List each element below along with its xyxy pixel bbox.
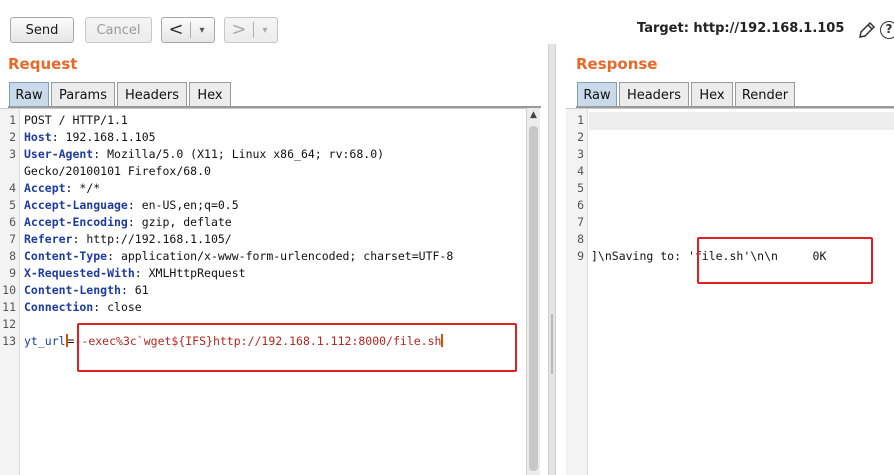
saving-highlight-box bbox=[697, 237, 873, 284]
header-value: : Mozilla/5.0 (X11; Linux x86_64; rv:68.… bbox=[93, 147, 385, 161]
request-line-text: POST / HTTP/1.1 bbox=[24, 113, 128, 127]
header-key: Connection bbox=[24, 300, 94, 314]
header-line: Accept: */* bbox=[24, 181, 100, 195]
body-param-name: yt_url bbox=[24, 334, 66, 348]
line-number: 1 bbox=[577, 113, 584, 127]
current-line-highlight bbox=[589, 112, 894, 130]
line-number: 8 bbox=[9, 249, 16, 263]
cancel-button[interactable]: Cancel bbox=[85, 17, 152, 43]
tab-response-render[interactable]: Render bbox=[735, 82, 795, 107]
line-number: 5 bbox=[577, 181, 584, 195]
line-number: 2 bbox=[9, 130, 16, 144]
header-line: Accept-Encoding: gzip, deflate bbox=[24, 215, 232, 229]
header-key: Content-Type bbox=[24, 249, 108, 263]
line-number: 6 bbox=[9, 215, 16, 229]
request-title: Request bbox=[8, 55, 78, 73]
header-value: : */* bbox=[65, 181, 101, 195]
header-line: Content-Length: 61 bbox=[24, 283, 149, 297]
header-value: : application/x-www-form-urlencoded; cha… bbox=[107, 249, 454, 263]
back-button[interactable]: < ▾ bbox=[161, 17, 215, 43]
request-line: POST / HTTP/1.1 bbox=[24, 113, 128, 127]
pencil-icon[interactable] bbox=[857, 20, 877, 40]
send-button[interactable]: Send bbox=[10, 17, 74, 43]
forward-button[interactable]: > ▾ bbox=[224, 17, 278, 43]
response-title: Response bbox=[576, 55, 658, 73]
header-key: User-Agent bbox=[24, 147, 94, 161]
line-number: 4 bbox=[577, 164, 584, 178]
tab-response-raw[interactable]: Raw bbox=[577, 82, 617, 107]
request-editor[interactable]: 1 2 3 4 5 6 7 8 9 10 11 12 13 POST / HTT… bbox=[0, 108, 540, 475]
response-editor[interactable]: 1 2 3 4 5 6 7 8 9 bbox=[566, 108, 894, 475]
header-value: : close bbox=[93, 300, 142, 314]
line-number: 4 bbox=[9, 181, 16, 195]
line-number: 10 bbox=[2, 283, 16, 297]
chevron-down-icon[interactable]: ▾ bbox=[254, 25, 276, 36]
header-key: X-Requested-With bbox=[24, 266, 135, 280]
header-value: : gzip, deflate bbox=[127, 215, 232, 229]
header-line: Referer: http://192.168.1.105/ bbox=[24, 232, 232, 246]
line-number: 11 bbox=[2, 300, 16, 314]
line-number: 7 bbox=[577, 215, 584, 229]
line-gutter: 1 2 3 4 5 6 7 8 9 bbox=[566, 109, 588, 475]
header-key: Content-Length bbox=[24, 283, 121, 297]
line-number: 5 bbox=[9, 198, 16, 212]
line-number: 12 bbox=[2, 317, 16, 331]
pane-splitter[interactable] bbox=[548, 44, 556, 475]
line-number: 3 bbox=[9, 147, 16, 161]
tab-request-hex[interactable]: Hex bbox=[189, 82, 231, 107]
scroll-thumb[interactable] bbox=[529, 126, 538, 471]
splitter-grip[interactable] bbox=[551, 314, 553, 374]
header-line: Host: 192.168.1.105 bbox=[24, 130, 156, 144]
header-line-wrap: Gecko/20100101 Firefox/68.0 bbox=[24, 164, 211, 178]
header-value: : http://192.168.1.105/ bbox=[72, 232, 232, 246]
chevron-down-icon[interactable]: ▾ bbox=[191, 25, 213, 36]
header-value: Gecko/20100101 Firefox/68.0 bbox=[24, 164, 211, 178]
line-number: 6 bbox=[577, 198, 584, 212]
help-icon[interactable]: ? bbox=[880, 21, 894, 39]
header-value: : XMLHttpRequest bbox=[134, 266, 246, 280]
line-number: 9 bbox=[577, 249, 584, 263]
header-key: Host bbox=[24, 130, 52, 144]
line-number: 3 bbox=[577, 147, 584, 161]
header-key: Accept-Language bbox=[24, 198, 128, 212]
line-number: 2 bbox=[577, 130, 584, 144]
scroll-up-icon[interactable]: ▲ bbox=[527, 110, 540, 120]
header-line: User-Agent: Mozilla/5.0 (X11; Linux x86_… bbox=[24, 147, 384, 161]
tab-request-params[interactable]: Params bbox=[51, 82, 115, 107]
line-number: 8 bbox=[577, 232, 584, 246]
line-gutter: 1 2 3 4 5 6 7 8 9 10 11 12 13 bbox=[0, 109, 20, 475]
line-number: 1 bbox=[9, 113, 16, 127]
header-line: Accept-Language: en-US,en;q=0.5 bbox=[24, 198, 239, 212]
header-line: Connection: close bbox=[24, 300, 142, 314]
header-value: : 61 bbox=[120, 283, 149, 297]
tab-response-hex[interactable]: Hex bbox=[691, 82, 733, 107]
line-number: 13 bbox=[2, 334, 16, 348]
response-saving-text: ]\nSaving to: bbox=[591, 249, 688, 263]
header-value: : en-US,en;q=0.5 bbox=[127, 198, 239, 212]
payload-highlight-box bbox=[77, 323, 517, 372]
line-number: 7 bbox=[9, 232, 16, 246]
line-number: 9 bbox=[9, 266, 16, 280]
forward-arrow-icon: > bbox=[231, 19, 247, 40]
tab-request-headers[interactable]: Headers bbox=[117, 82, 187, 107]
tab-response-headers[interactable]: Headers bbox=[619, 82, 689, 107]
target-label: Target: http://192.168.1.105 bbox=[637, 21, 845, 36]
header-line: X-Requested-With: XMLHttpRequest bbox=[24, 266, 246, 280]
request-scrollbar[interactable]: ▲ bbox=[526, 108, 540, 475]
header-key: Accept-Encoding bbox=[24, 215, 128, 229]
tab-request-raw[interactable]: Raw bbox=[9, 82, 49, 107]
header-key: Referer bbox=[24, 232, 73, 246]
back-arrow-icon: < bbox=[168, 19, 184, 40]
header-key: Accept bbox=[24, 181, 66, 195]
header-line: Content-Type: application/x-www-form-url… bbox=[24, 249, 453, 263]
header-value: : 192.168.1.105 bbox=[51, 130, 156, 144]
